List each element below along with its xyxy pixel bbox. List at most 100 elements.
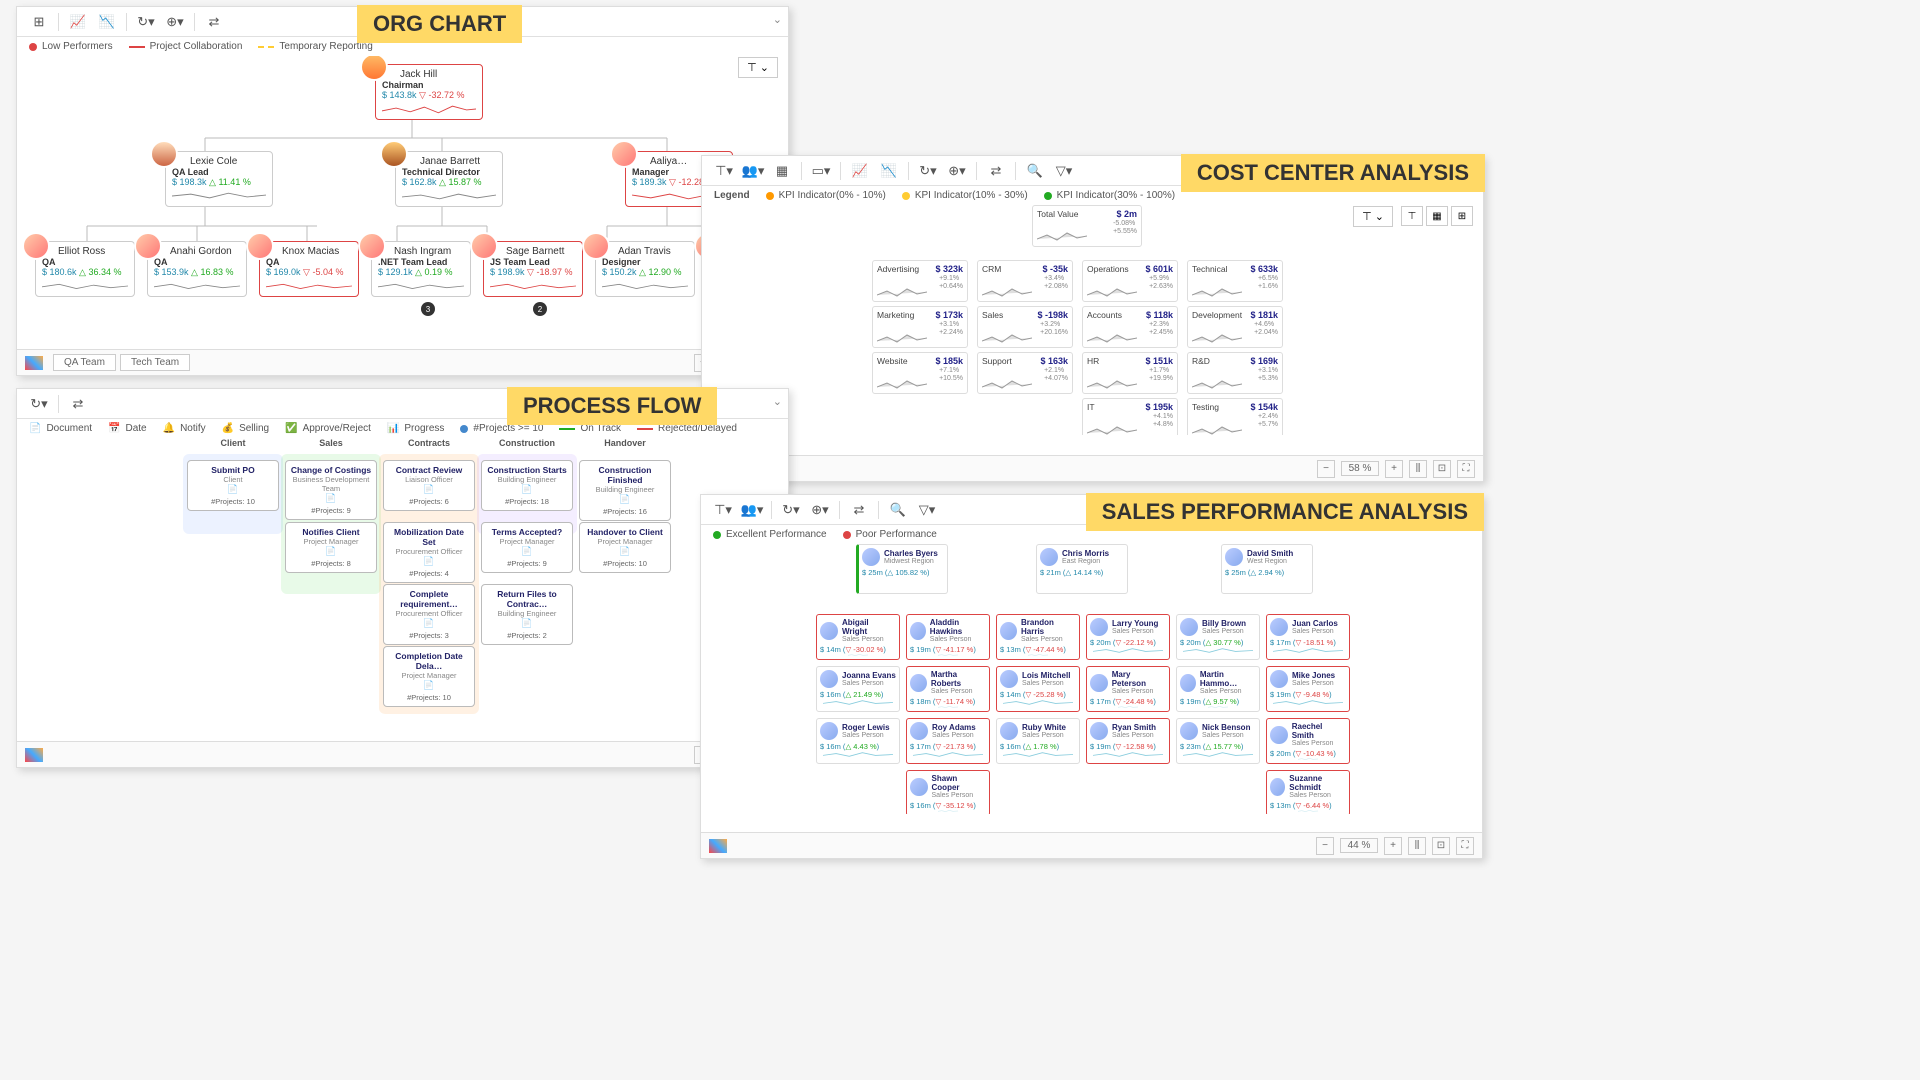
chart-icon[interactable]: 📈: [64, 11, 92, 33]
node-chairman[interactable]: Jack Hill Chairman $ 143.8k ▽ -32.72 %: [375, 64, 483, 120]
cc-node-development[interactable]: Development$ 181k +4.6%+2.04%: [1187, 306, 1283, 348]
cc-node-accounts[interactable]: Accounts$ 118k +2.3%+2.45%: [1082, 306, 1178, 348]
chart2-icon[interactable]: 📉: [93, 11, 121, 33]
sp-manager[interactable]: Charles ByersMidwest Region $ 25m (△ 105…: [856, 544, 948, 594]
add-icon[interactable]: ⊕▾: [943, 160, 971, 182]
expand-icon[interactable]: ⛶: [1457, 460, 1475, 478]
flow-node[interactable]: Complete requirement…Procurement Officer…: [383, 584, 475, 645]
link-icon[interactable]: ⇄: [200, 11, 228, 33]
users-icon[interactable]: 👥▾: [739, 160, 767, 182]
flow-node[interactable]: Handover to ClientProject Manager 📄#Proj…: [579, 522, 671, 573]
sp-rep[interactable]: Joanna EvansSales Person $ 16m (△ 21.49 …: [816, 666, 900, 712]
hier-icon[interactable]: ⊤▾: [710, 160, 738, 182]
flow-node[interactable]: Construction FinishedBuilding Engineer 📄…: [579, 460, 671, 521]
screen-icon[interactable]: ▭▾: [807, 160, 835, 182]
cc-node-technical[interactable]: Technical$ 633k +6.5%+1.6%: [1187, 260, 1283, 302]
sp-manager[interactable]: Chris MorrisEast Region $ 21m (△ 14.14 %…: [1036, 544, 1128, 594]
fit-icon[interactable]: ⊡: [1432, 837, 1450, 855]
fit-icon[interactable]: ⊡: [1433, 460, 1451, 478]
sp-rep[interactable]: Nick BensonSales Person $ 23m (△ 15.77 %…: [1176, 718, 1260, 764]
flow-node[interactable]: Construction StartsBuilding Engineer 📄#P…: [481, 460, 573, 511]
refresh-icon[interactable]: ↻▾: [777, 499, 805, 521]
search-icon[interactable]: 🔍: [884, 499, 912, 521]
sp-rep[interactable]: Roy AdamsSales Person $ 17m (▽ -21.73 %): [906, 718, 990, 764]
sp-rep[interactable]: Juan CarlosSales Person $ 17m (▽ -18.51 …: [1266, 614, 1350, 660]
hier-icon[interactable]: ⊤▾: [709, 499, 737, 521]
refresh-icon[interactable]: ↻▾: [25, 393, 53, 415]
node-net_lead[interactable]: Nash Ingram .NET Team Lead $ 129.1k △ 0.…: [371, 241, 471, 297]
refresh-icon[interactable]: ↻▾: [132, 11, 160, 33]
sp-rep[interactable]: Larry YoungSales Person $ 20m (▽ -22.12 …: [1086, 614, 1170, 660]
refresh-icon[interactable]: ↻▾: [914, 160, 942, 182]
link-icon[interactable]: ⇄: [64, 393, 92, 415]
chart2-icon[interactable]: 📉: [875, 160, 903, 182]
layout-icon[interactable]: ⊞: [25, 11, 53, 33]
sp-rep[interactable]: Raechel SmithSales Person $ 20m (▽ -10.4…: [1266, 718, 1350, 764]
node-designer[interactable]: Adan Travis Designer $ 150.2k △ 12.90 %: [595, 241, 695, 297]
sp-rep[interactable]: Lois MitchellSales Person $ 14m (▽ -25.2…: [996, 666, 1080, 712]
sp-rep[interactable]: Ruby WhiteSales Person $ 16m (△ 1.78 %): [996, 718, 1080, 764]
sp-rep[interactable]: Abigail WrightSales Person $ 14m (▽ -30.…: [816, 614, 900, 660]
sp-rep[interactable]: Suzanne SchmidtSales Person $ 13m (▽ -6.…: [1266, 770, 1350, 814]
flow-node[interactable]: Return Files to Contrac…Building Enginee…: [481, 584, 573, 645]
sp-rep[interactable]: Mary PetersonSales Person $ 17m (▽ -24.4…: [1086, 666, 1170, 712]
flow-node[interactable]: Notifies ClientProject Manager 📄#Project…: [285, 522, 377, 573]
sp-rep[interactable]: Roger LewisSales Person $ 16m (△ 4.43 %): [816, 718, 900, 764]
sp-rep[interactable]: Billy BrownSales Person $ 20m (△ 30.77 %…: [1176, 614, 1260, 660]
tab-qa[interactable]: QA Team: [53, 354, 116, 371]
chart-icon[interactable]: 📈: [846, 160, 874, 182]
flow-node[interactable]: Mobilization Date SetProcurement Officer…: [383, 522, 475, 583]
collapse-icon[interactable]: ⌄: [773, 13, 782, 26]
node-js_lead[interactable]: Sage Barnett JS Team Lead $ 198.9k ▽ -18…: [483, 241, 583, 297]
cc-node-website[interactable]: Website$ 185k +7.1%+10.5%: [872, 352, 968, 394]
grid-icon[interactable]: ▦: [768, 160, 796, 182]
cc-node-hr[interactable]: HR$ 151k +1.7%+19.9%: [1082, 352, 1178, 394]
flow-node[interactable]: Change of CostingsBusiness Development T…: [285, 460, 377, 520]
sp-rep[interactable]: Aladdin HawkinsSales Person $ 19m (▽ -41…: [906, 614, 990, 660]
cc-node-operations[interactable]: Operations$ 601k +5.9%+2.63%: [1082, 260, 1178, 302]
cc-root[interactable]: Total Value $ 2m -5.08%+5.55%: [1032, 205, 1142, 247]
link-icon[interactable]: ⇄: [845, 499, 873, 521]
zoom-out-button[interactable]: −: [1317, 460, 1335, 478]
zoom-in-button[interactable]: +: [1384, 837, 1402, 855]
sp-rep[interactable]: Martin Hammo…Sales Person $ 19m (△ 9.57 …: [1176, 666, 1260, 712]
link-icon[interactable]: ⇄: [982, 160, 1010, 182]
sp-manager[interactable]: David SmithWest Region $ 25m (△ 2.94 %): [1221, 544, 1313, 594]
sp-rep[interactable]: Martha RobertsSales Person $ 18m (▽ -11.…: [906, 666, 990, 712]
add-icon[interactable]: ⊕▾: [161, 11, 189, 33]
sp-rep[interactable]: Mike JonesSales Person $ 19m (▽ -9.48 %): [1266, 666, 1350, 712]
child-count-badge[interactable]: 2: [533, 302, 547, 316]
filter-icon[interactable]: ▽▾: [1050, 160, 1078, 182]
node-qa-lead[interactable]: Lexie Cole QA Lead $ 198.3k △ 11.41 %: [165, 151, 273, 207]
tab-tech[interactable]: Tech Team: [120, 354, 190, 371]
cc-node-it[interactable]: IT$ 195k +4.1%+4.8%: [1082, 398, 1178, 435]
collapse-icon[interactable]: ⌄: [773, 395, 782, 408]
cc-node-testing[interactable]: Testing$ 154k +2.4%+5.7%: [1187, 398, 1283, 435]
sp-rep[interactable]: Shawn CooperSales Person $ 16m (▽ -35.12…: [906, 770, 990, 814]
search-icon[interactable]: 🔍: [1021, 160, 1049, 182]
sp-rep[interactable]: Ryan SmithSales Person $ 19m (▽ -12.58 %…: [1086, 718, 1170, 764]
sp-rep[interactable]: Brandon HarrisSales Person $ 13m (▽ -47.…: [996, 614, 1080, 660]
cc-node-support[interactable]: Support$ 163k +2.1%+4.07%: [977, 352, 1073, 394]
cols-icon[interactable]: ⫼: [1409, 460, 1427, 478]
cc-node-sales[interactable]: Sales$ -198k +3.2%+20.16%: [977, 306, 1073, 348]
filter-icon[interactable]: ▽▾: [913, 499, 941, 521]
node-tech-dir[interactable]: Janae Barrett Technical Director $ 162.8…: [395, 151, 503, 207]
flow-node[interactable]: Terms Accepted?Project Manager 📄#Project…: [481, 522, 573, 573]
users-icon[interactable]: 👥▾: [738, 499, 766, 521]
child-count-badge[interactable]: 3: [421, 302, 435, 316]
cols-icon[interactable]: ⫼: [1408, 837, 1426, 855]
cc-node-rd[interactable]: R&D$ 169k +3.1%+5.3%: [1187, 352, 1283, 394]
cc-node-advertising[interactable]: Advertising$ 323k +9.1%+0.64%: [872, 260, 968, 302]
node-qa2[interactable]: Anahi Gordon QA $ 153.9k △ 16.83 %: [147, 241, 247, 297]
flow-node[interactable]: Contract ReviewLiaison Officer 📄#Project…: [383, 460, 475, 511]
zoom-out-button[interactable]: −: [1316, 837, 1334, 855]
node-qa3[interactable]: Knox Macias QA $ 169.0k ▽ -5.04 %: [259, 241, 359, 297]
cc-node-marketing[interactable]: Marketing$ 173k +3.1%+2.24%: [872, 306, 968, 348]
cc-node-crm[interactable]: CRM$ -35k +3.4%+2.08%: [977, 260, 1073, 302]
zoom-in-button[interactable]: +: [1385, 460, 1403, 478]
add-icon[interactable]: ⊕▾: [806, 499, 834, 521]
flow-node[interactable]: Completion Date Dela…Project Manager 📄#P…: [383, 646, 475, 707]
node-qa1[interactable]: Elliot Ross QA $ 180.6k △ 36.34 %: [35, 241, 135, 297]
expand-icon[interactable]: ⛶: [1456, 837, 1474, 855]
